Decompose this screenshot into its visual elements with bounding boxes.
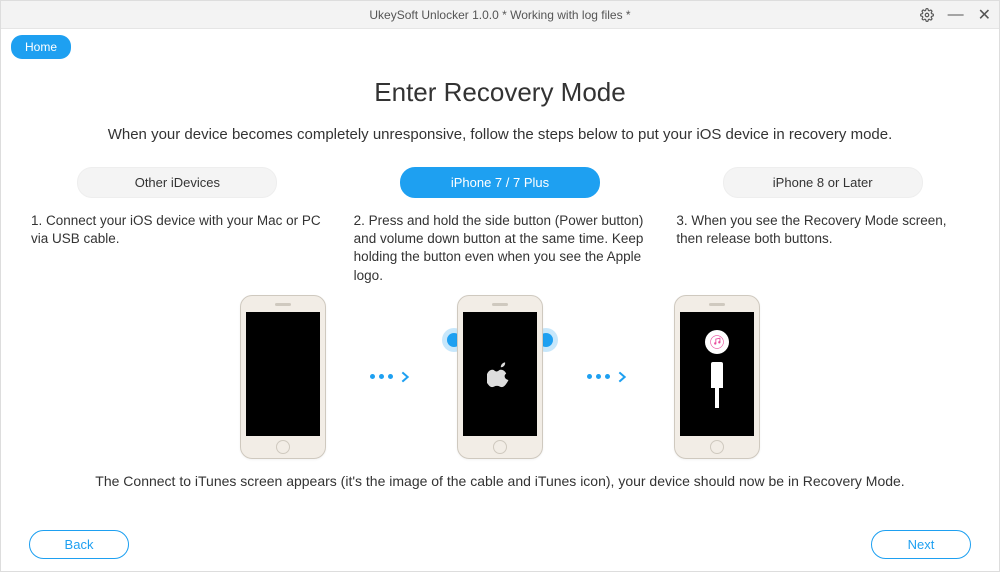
page-title: Enter Recovery Mode bbox=[1, 77, 999, 108]
arrow-separator-icon bbox=[587, 369, 630, 385]
window-title: UkeySoft Unlocker 1.0.0 * Working with l… bbox=[1, 8, 999, 22]
nav-buttons: Back Next bbox=[1, 530, 999, 559]
device-tab-iphone8[interactable]: iPhone 8 or Later bbox=[723, 167, 923, 198]
title-bar: UkeySoft Unlocker 1.0.0 * Working with l… bbox=[1, 1, 999, 29]
step-column-1: Other iDevices 1. Connect your iOS devic… bbox=[31, 167, 324, 285]
arrow-separator-icon bbox=[370, 369, 413, 385]
settings-icon[interactable] bbox=[920, 8, 934, 22]
device-tab-other[interactable]: Other iDevices bbox=[77, 167, 277, 198]
phones-illustration bbox=[1, 295, 999, 459]
minimize-icon[interactable]: — bbox=[948, 6, 964, 24]
phone-illustration-1 bbox=[218, 295, 348, 459]
steps-row: Other iDevices 1. Connect your iOS devic… bbox=[1, 167, 999, 285]
page-subtitle: When your device becomes completely unre… bbox=[1, 126, 999, 143]
phone-illustration-3 bbox=[652, 295, 782, 459]
step-text-3: 3. When you see the Recovery Mode screen… bbox=[676, 212, 969, 284]
device-tab-iphone7[interactable]: iPhone 7 / 7 Plus bbox=[400, 167, 600, 198]
step-text-1: 1. Connect your iOS device with your Mac… bbox=[31, 212, 324, 284]
cable-icon bbox=[711, 362, 723, 388]
step-column-2: iPhone 7 / 7 Plus 2. Press and hold the … bbox=[354, 167, 647, 285]
back-button[interactable]: Back bbox=[29, 530, 129, 559]
phone-illustration-2 bbox=[435, 295, 565, 459]
step-column-3: iPhone 8 or Later 3. When you see the Re… bbox=[676, 167, 969, 285]
apple-logo-icon bbox=[487, 359, 513, 389]
itunes-icon bbox=[705, 330, 729, 354]
window-controls: — ✕ bbox=[920, 5, 991, 25]
step-text-2: 2. Press and hold the side button (Power… bbox=[354, 212, 647, 285]
footer-note: The Connect to iTunes screen appears (it… bbox=[1, 473, 999, 489]
next-button[interactable]: Next bbox=[871, 530, 971, 559]
close-icon[interactable]: ✕ bbox=[978, 5, 991, 25]
home-button[interactable]: Home bbox=[11, 35, 71, 59]
